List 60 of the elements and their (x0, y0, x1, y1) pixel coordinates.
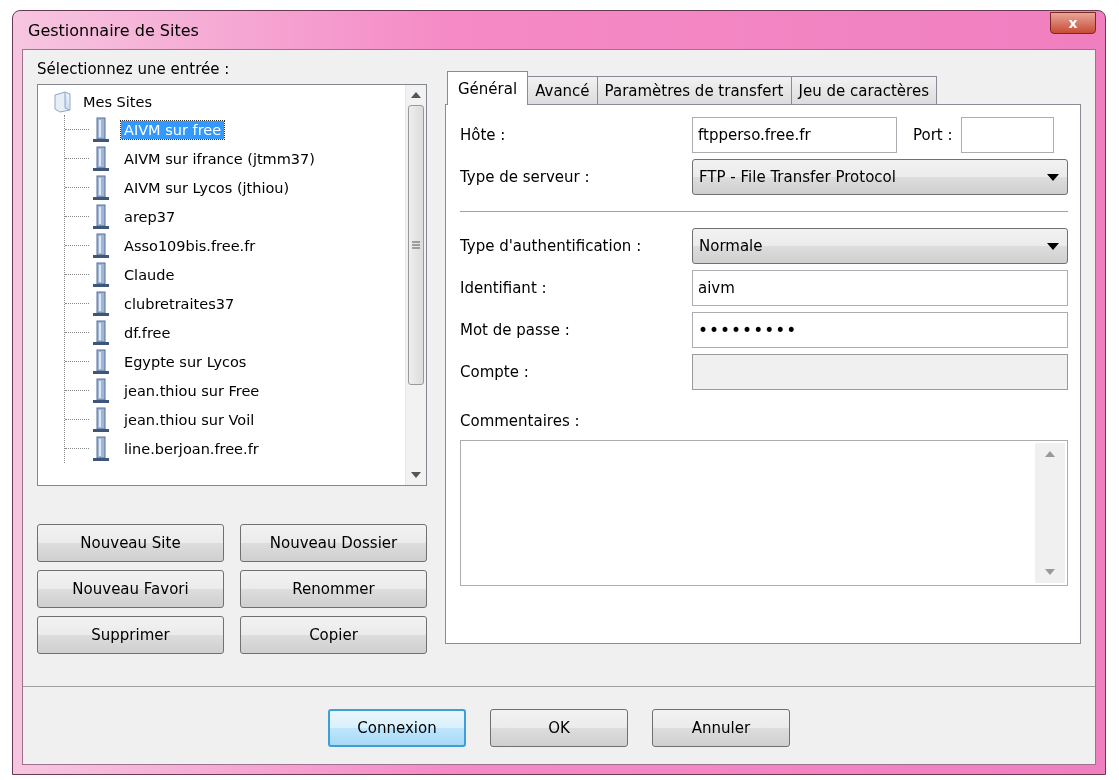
tree-item[interactable]: arep37 (121, 207, 179, 226)
dialog-button[interactable]: Annuler (652, 709, 790, 747)
field-label: Hôte : (460, 126, 507, 144)
field-label: Type d'authentification : (460, 237, 643, 255)
dropdown[interactable]: Normale (692, 228, 1068, 264)
input-field[interactable]: ••••••••• (692, 312, 1068, 348)
tab[interactable]: Général (447, 71, 529, 105)
dialog-button[interactable]: Connexion (328, 709, 466, 747)
tree-item[interactable]: AIVM sur ifrance (jtmm37) (121, 149, 318, 168)
input-field[interactable]: ftpperso.free.fr (692, 117, 897, 153)
tree-label: Sélectionnez une entrée : (37, 60, 231, 78)
window-title: Gestionnaire de Sites (27, 20, 199, 40)
server-icon (93, 145, 109, 172)
dropdown[interactable]: FTP - File Transfer Protocol (692, 159, 1068, 195)
tree-button[interactable]: Copier (240, 616, 427, 654)
server-icon (93, 261, 109, 288)
tree-button[interactable]: Supprimer (37, 616, 224, 654)
folder-icon (52, 91, 72, 113)
server-icon (93, 406, 109, 433)
tree-item[interactable]: clubretraites37 (121, 294, 238, 313)
grip-icon (412, 241, 420, 249)
field-label: Type de serveur : (460, 168, 591, 186)
tree-item[interactable]: Egypte sur Lycos (121, 352, 250, 371)
tab[interactable]: Avancé (527, 76, 598, 104)
tree-button[interactable]: Renommer (240, 570, 427, 608)
field-label: Port : (913, 126, 953, 144)
field-label: Identifiant : (460, 279, 548, 297)
server-icon (93, 435, 109, 462)
server-icon (93, 348, 109, 375)
tree-item[interactable]: line.berjoan.free.fr (121, 439, 262, 458)
server-icon (93, 174, 109, 201)
scrollbar[interactable] (405, 85, 426, 485)
tab[interactable]: Jeu de caractères (790, 76, 937, 104)
field-label: Compte : (460, 363, 530, 381)
tree-item[interactable]: jean.thiou sur Free (121, 381, 263, 400)
server-icon (93, 116, 109, 143)
tree-item[interactable]: Mes Sites (80, 93, 155, 111)
server-icon (93, 319, 109, 346)
server-icon (93, 203, 109, 230)
caret-icon (1047, 173, 1059, 181)
dialog-button[interactable]: OK (490, 709, 628, 747)
server-icon (93, 232, 109, 259)
scroll-down-icon[interactable] (411, 472, 421, 478)
tree-button[interactable]: Nouveau Site (37, 524, 224, 562)
tree-item[interactable]: Asso109bis.free.fr (121, 236, 259, 255)
field-label: Commentaires : (460, 412, 581, 430)
input-field[interactable]: aivm (692, 270, 1068, 306)
tree-button[interactable]: Nouveau Favori (37, 570, 224, 608)
tree-item[interactable]: Claude (121, 265, 178, 284)
server-icon (93, 290, 109, 317)
scroll-up-icon[interactable] (411, 92, 421, 98)
tree-button[interactable]: Nouveau Dossier (240, 524, 427, 562)
server-icon (93, 377, 109, 404)
tree-item[interactable]: df.free (121, 323, 174, 342)
tree-item[interactable]: AIVM sur Lycos (jthiou) (121, 178, 293, 197)
tab[interactable]: Paramètres de transfert (596, 76, 792, 104)
field-label: Mot de passe : (460, 321, 571, 339)
tree-item[interactable]: jean.thiou sur Voil (121, 410, 258, 429)
caret-icon (1047, 242, 1059, 250)
input-field[interactable] (960, 117, 1054, 153)
